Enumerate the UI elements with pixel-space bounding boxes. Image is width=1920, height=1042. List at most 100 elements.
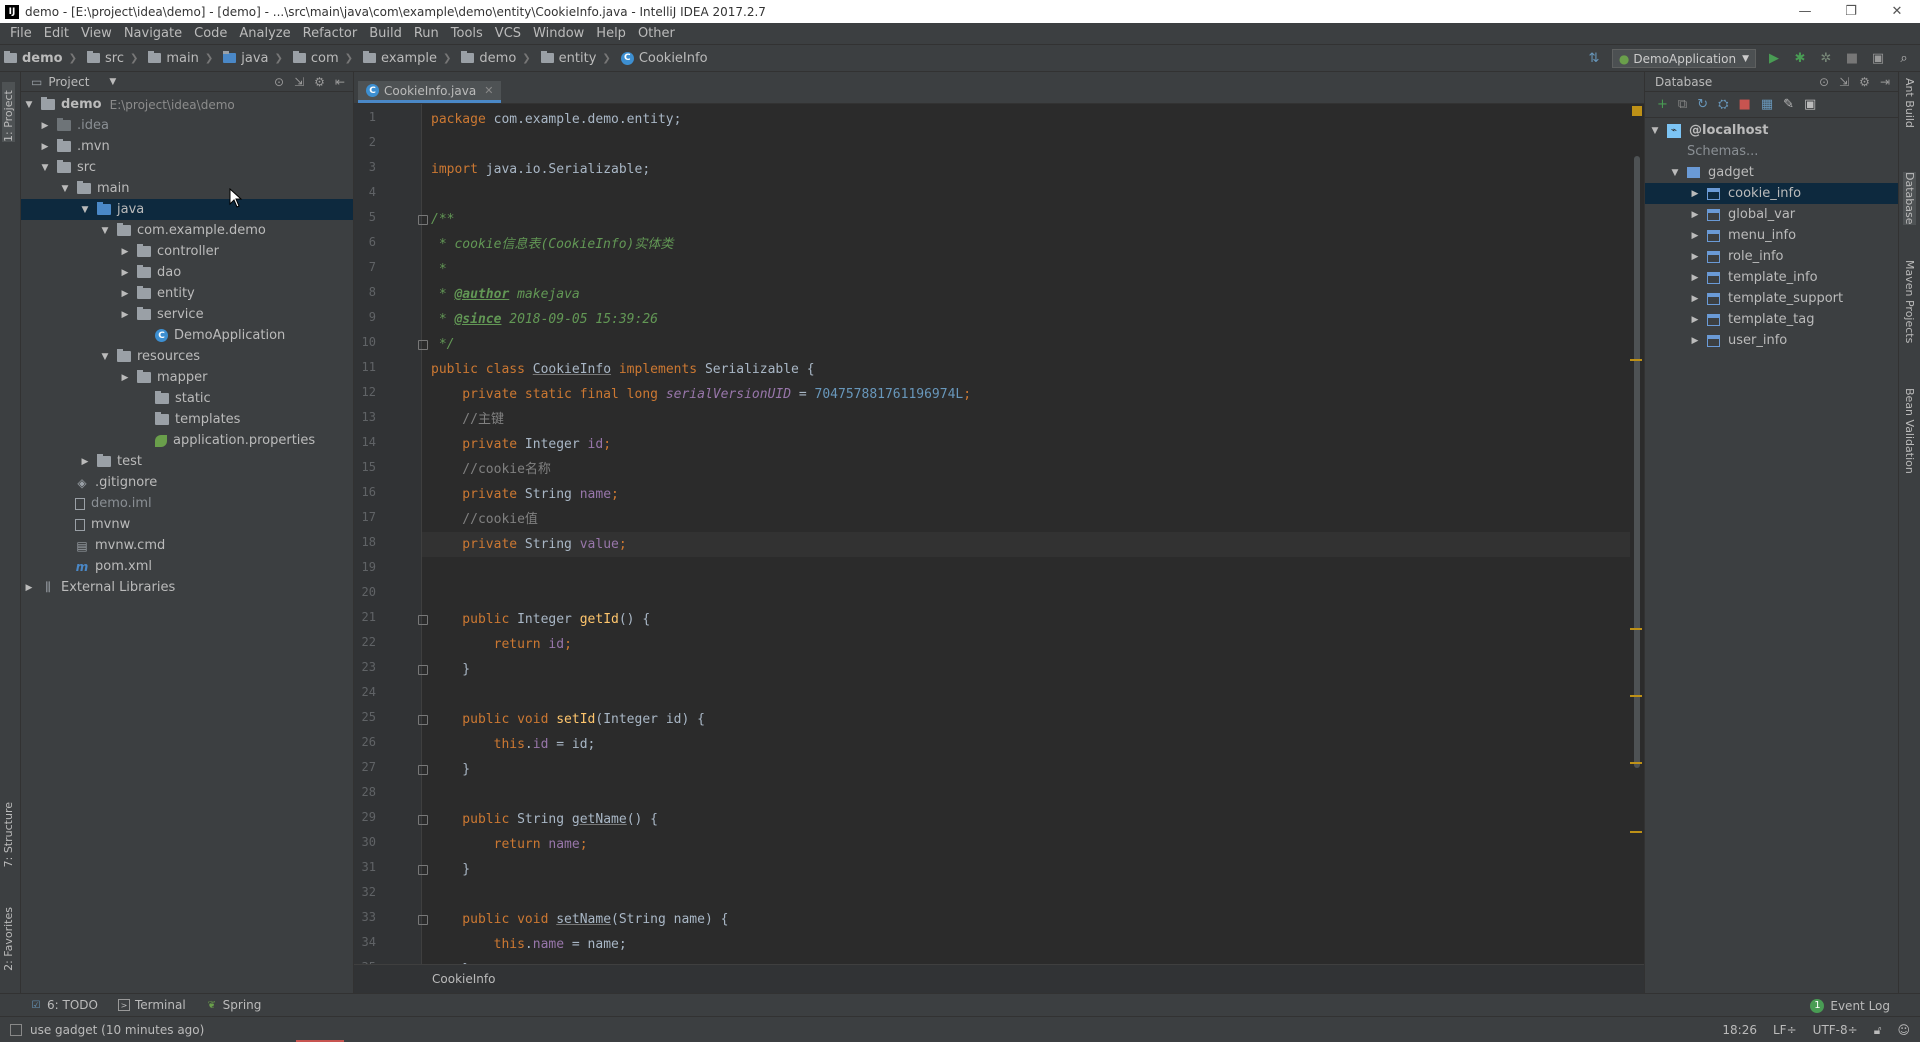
db-table-row[interactable]: ▶ template_support	[1645, 288, 1898, 309]
menu-edit[interactable]: Edit	[38, 26, 75, 41]
collapse-all-icon[interactable]: ⇲	[1839, 75, 1849, 89]
todo-tab[interactable]: ☑ 6: TODO	[30, 998, 98, 1012]
warning-marker[interactable]	[1630, 762, 1642, 764]
code-area[interactable]: package com.example.demo.entity; import …	[422, 104, 1632, 964]
db-table-row[interactable]: ▶ menu_info	[1645, 225, 1898, 246]
tree-item-entity[interactable]: ▶ entity	[21, 283, 353, 304]
tab-structure[interactable]: 7: Structure	[2, 802, 15, 867]
expanded-arrow-icon[interactable]: ▼	[99, 226, 111, 236]
collapsed-arrow-icon[interactable]: ▶	[39, 121, 51, 131]
line-separator[interactable]: LF÷	[1773, 1023, 1797, 1037]
crumb-example[interactable]: example ❯	[359, 51, 457, 66]
restore-button[interactable]: ❐	[1828, 0, 1874, 23]
menu-run[interactable]: Run	[408, 26, 445, 41]
crumb-current-file[interactable]: C CookieInfo	[617, 51, 714, 66]
warning-marker[interactable]	[1630, 628, 1642, 630]
collapsed-arrow-icon[interactable]: ▶	[1689, 210, 1701, 220]
expanded-arrow-icon[interactable]: ▼	[1669, 168, 1681, 178]
tree-item-templates[interactable]: templates	[21, 409, 353, 430]
crumb-demo[interactable]: demo ❯	[0, 51, 83, 66]
warning-marker[interactable]	[1630, 695, 1642, 697]
db-table-row[interactable]: ▶ template_tag	[1645, 309, 1898, 330]
tab-ant-build[interactable]: Ant Build	[1903, 78, 1916, 128]
console-icon[interactable]: ▣	[1804, 97, 1816, 112]
file-encoding[interactable]: UTF-8÷	[1813, 1023, 1858, 1037]
collapse-all-icon[interactable]: ⇲	[294, 75, 304, 89]
run-icon[interactable]: ▶	[1766, 51, 1782, 67]
tree-item-external-libraries[interactable]: ▶ ⫼ External Libraries	[21, 577, 353, 598]
collapsed-arrow-icon[interactable]: ▶	[1689, 189, 1701, 199]
gear-icon[interactable]: ⚙	[314, 75, 325, 89]
close-tab-icon[interactable]: ✕	[484, 84, 493, 97]
project-structure-icon[interactable]: ▣	[1870, 51, 1886, 67]
collapsed-arrow-icon[interactable]: ▶	[1689, 315, 1701, 325]
run-config-select[interactable]: ● DemoApplication ▼	[1611, 49, 1756, 68]
menu-refactor[interactable]: Refactor	[297, 26, 364, 41]
expanded-arrow-icon[interactable]: ▼	[79, 205, 91, 215]
tree-item-mvn[interactable]: ▶ .mvn	[21, 136, 353, 157]
tab-project[interactable]: 1: Project	[2, 82, 15, 142]
vertical-scrollbar[interactable]	[1634, 156, 1640, 768]
tree-item-gitignore[interactable]: ◈ .gitignore	[21, 472, 353, 493]
db-schema-gadget[interactable]: ▼ gadget	[1645, 162, 1898, 183]
warning-marker[interactable]	[1630, 359, 1642, 361]
tab-favorites[interactable]: 2: Favorites	[2, 907, 15, 971]
expanded-arrow-icon[interactable]: ▼	[99, 352, 111, 362]
warning-status-icon[interactable]	[1632, 106, 1642, 116]
expanded-arrow-icon[interactable]: ▼	[59, 184, 71, 194]
tree-item-mapper[interactable]: ▶ mapper	[21, 367, 353, 388]
tab-maven-projects[interactable]: Maven Projects	[1903, 260, 1916, 343]
debug-icon[interactable]: ✱	[1792, 51, 1808, 67]
crumb-java[interactable]: java ❯	[219, 51, 289, 66]
collapsed-arrow-icon[interactable]: ▶	[1689, 273, 1701, 283]
menu-help[interactable]: Help	[590, 26, 632, 41]
breadcrumb-class[interactable]: CookieInfo	[432, 972, 495, 986]
spring-tab[interactable]: ❦ Spring	[206, 998, 261, 1012]
db-table-row[interactable]: ▶ user_info	[1645, 330, 1898, 351]
tree-item-demo[interactable]: ▼ demo E:\project\idea\demo	[21, 94, 353, 115]
collapsed-arrow-icon[interactable]: ▶	[1689, 252, 1701, 262]
stop-icon[interactable]: ■	[1739, 97, 1751, 112]
tree-item-controller[interactable]: ▶ controller	[21, 241, 353, 262]
tree-item-demo-application[interactable]: C DemoApplication	[21, 325, 353, 346]
tree-item-src[interactable]: ▼ src	[21, 157, 353, 178]
minimize-button[interactable]: —	[1782, 0, 1828, 23]
expanded-arrow-icon[interactable]: ▼	[39, 163, 51, 173]
close-button[interactable]: ✕	[1874, 0, 1920, 23]
collapsed-arrow-icon[interactable]: ▶	[23, 583, 35, 593]
collapsed-arrow-icon[interactable]: ▶	[1689, 336, 1701, 346]
project-view-select[interactable]: Project	[48, 75, 89, 89]
add-icon[interactable]: +	[1657, 97, 1668, 112]
collapsed-arrow-icon[interactable]: ▶	[119, 268, 131, 278]
tab-database[interactable]: Database	[1903, 172, 1916, 225]
scroll-from-source-icon[interactable]: ⊙	[274, 75, 284, 89]
tree-item-main[interactable]: ▼ main	[21, 178, 353, 199]
expanded-arrow-icon[interactable]: ▼	[23, 100, 35, 110]
tree-item-static[interactable]: static	[21, 388, 353, 409]
menu-tools[interactable]: Tools	[445, 26, 489, 41]
terminal-tab[interactable]: > Terminal	[117, 998, 186, 1012]
copy-icon[interactable]: ⧉	[1678, 97, 1687, 112]
table-view-icon[interactable]: ▦	[1761, 97, 1773, 112]
tree-item-mvnw-cmd[interactable]: ▤ mvnw.cmd	[21, 535, 353, 556]
tab-bean-validation[interactable]: Bean Validation	[1903, 388, 1916, 474]
target-icon[interactable]: ⊙	[1819, 75, 1829, 89]
tool-windows-toggle-icon[interactable]	[10, 1023, 22, 1036]
collapsed-arrow-icon[interactable]: ▶	[79, 457, 91, 467]
db-host[interactable]: ▼ ⌁ @localhost	[1645, 120, 1898, 141]
caret-position[interactable]: 18:26	[1722, 1023, 1757, 1037]
gear-icon[interactable]: ⚙	[1859, 75, 1870, 89]
menu-window[interactable]: Window	[527, 26, 590, 41]
coverage-icon[interactable]: ✲	[1818, 51, 1834, 67]
collapsed-arrow-icon[interactable]: ▶	[1689, 231, 1701, 241]
collapsed-arrow-icon[interactable]: ▶	[119, 247, 131, 257]
tree-item-java[interactable]: ▼ java	[21, 199, 353, 220]
refresh-icon[interactable]: ↻	[1697, 97, 1708, 112]
db-table-row[interactable]: ▶ role_info	[1645, 246, 1898, 267]
menu-build[interactable]: Build	[363, 26, 408, 41]
db-table-row[interactable]: ▶ template_info	[1645, 267, 1898, 288]
menu-navigate[interactable]: Navigate	[118, 26, 188, 41]
hector-icon[interactable]: ☺	[1897, 1023, 1910, 1037]
crumb-src[interactable]: src ❯	[83, 51, 144, 66]
tab-cookieinfo-java[interactable]: C CookieInfo.java ✕	[358, 81, 502, 103]
